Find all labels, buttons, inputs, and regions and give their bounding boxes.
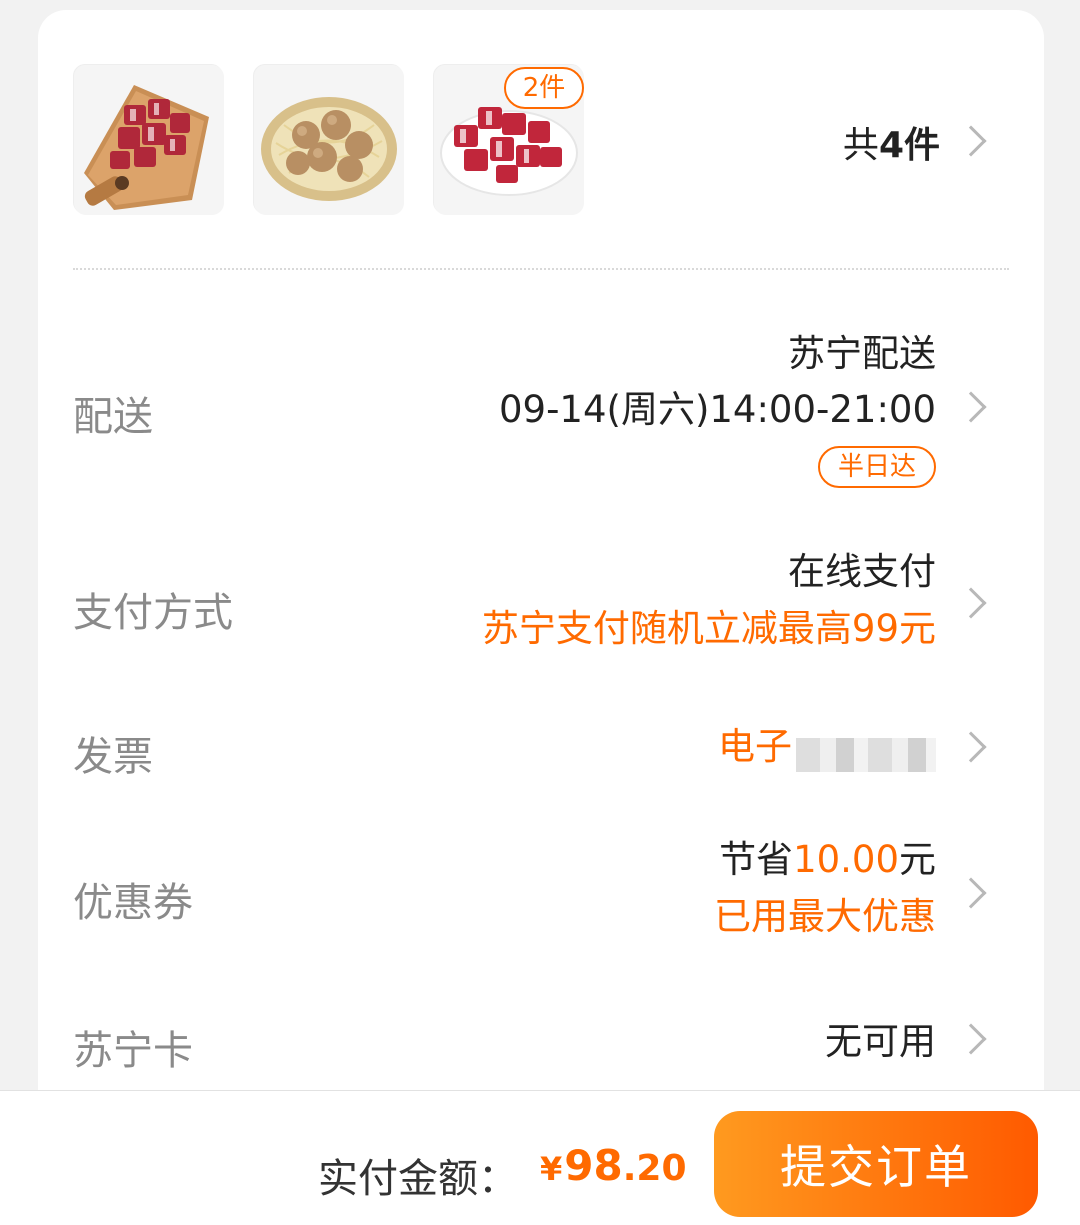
item-total-count[interactable]: 共4件 — [843, 116, 940, 168]
payment-row[interactable]: 在线支付 苏宁支付随机立减最高99元 — [482, 544, 936, 658]
total-count: 4件 — [878, 125, 940, 166]
payment-promo: 苏宁支付随机立减最高99元 — [481, 607, 936, 650]
amount-integer: 98 — [564, 1141, 623, 1190]
invoice-label: 发票 — [73, 734, 153, 780]
redacted-blur — [796, 737, 936, 772]
coupon-save-amount: 10.00 — [793, 838, 899, 881]
chevron-right-icon[interactable] — [955, 731, 987, 763]
chevron-right-icon[interactable] — [955, 1023, 987, 1055]
chevron-right-icon[interactable] — [955, 877, 987, 909]
pay-amount-value: ¥98.20 — [540, 1141, 687, 1190]
delivery-tag: 半日达 — [817, 446, 936, 488]
product-thumbnails[interactable]: 2件 — [73, 64, 584, 215]
coupon-label: 优惠券 — [73, 880, 193, 926]
beef-cubes-board-image — [74, 65, 224, 215]
coupon-save-prefix: 节省 — [719, 838, 794, 881]
delivery-time: 09-14(周六)14:00-21:00 — [499, 388, 936, 431]
coupon-status: 已用最大优惠 — [714, 895, 936, 938]
suning-card-value: 无可用 — [825, 1020, 936, 1063]
chevron-right-icon[interactable] — [955, 391, 987, 423]
order-card: 2件 共4件 配送 苏宁配送 09-14(周六)14:00-21:00 半日达 … — [38, 10, 1044, 1090]
suning-card-row[interactable]: 无可用 — [825, 1014, 936, 1070]
payment-method: 在线支付 — [788, 550, 936, 593]
coupon-row[interactable]: 节省10.00元 已用最大优惠 — [714, 832, 936, 946]
total-prefix: 共 — [842, 125, 879, 166]
divider — [73, 268, 1009, 270]
beef-balls-basket-image — [254, 65, 404, 215]
invoice-value: 电子 — [718, 725, 792, 768]
product-thumb-beef-plate[interactable]: 2件 — [433, 64, 584, 215]
product-thumb-beef-board[interactable] — [73, 64, 224, 215]
suning-card-label: 苏宁卡 — [73, 1028, 193, 1074]
product-thumb-beef-balls[interactable] — [253, 64, 404, 215]
payment-label: 支付方式 — [73, 590, 233, 636]
coupon-save-suffix: 元 — [899, 838, 936, 881]
chevron-right-icon[interactable] — [955, 125, 987, 157]
currency-symbol: ¥ — [540, 1150, 563, 1188]
invoice-row[interactable]: 电子 — [718, 718, 936, 776]
coupon-savings: 节省10.00元 — [714, 832, 936, 888]
delivery-label: 配送 — [73, 394, 153, 440]
chevron-right-icon[interactable] — [955, 587, 987, 619]
quantity-badge: 2件 — [504, 67, 584, 109]
checkout-bar: 实付金额： ¥98.20 提交订单 — [0, 1090, 1080, 1225]
amount-decimal: .20 — [622, 1148, 687, 1189]
delivery-method: 苏宁配送 — [788, 332, 936, 375]
delivery-row[interactable]: 苏宁配送 09-14(周六)14:00-21:00 半日达 — [499, 326, 936, 488]
submit-order-button[interactable]: 提交订单 — [714, 1111, 1038, 1217]
pay-amount-label: 实付金额： — [318, 1156, 518, 1202]
